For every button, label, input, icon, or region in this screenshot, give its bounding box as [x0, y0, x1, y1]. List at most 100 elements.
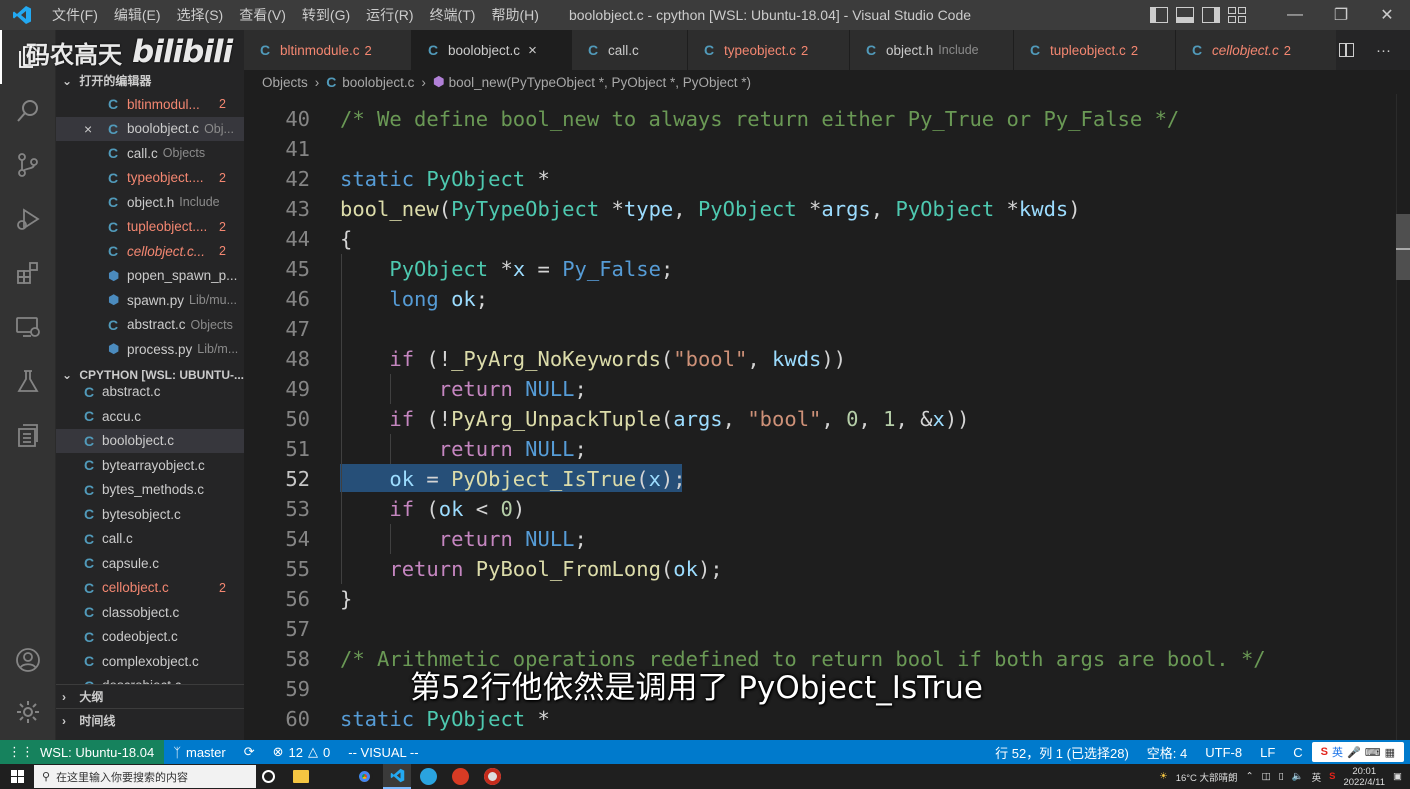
toggle-panel-icon[interactable]: [1176, 7, 1194, 23]
cursor-position[interactable]: 行 52，列 1 (已选择28): [986, 743, 1138, 762]
close-icon[interactable]: ✕: [1364, 0, 1410, 30]
ime-toolbar[interactable]: S 英 🎤 ⌨ ▦: [1311, 742, 1404, 762]
language-mode[interactable]: C: [1284, 745, 1311, 760]
file-tree-item[interactable]: Cclassobject.c: [56, 600, 244, 625]
code-editor[interactable]: 40 /* We define bool_new to always return…: [244, 94, 1410, 740]
menu-item[interactable]: 选择(S): [169, 0, 232, 30]
settings-gear-icon[interactable]: [0, 685, 56, 739]
open-editor-item[interactable]: ⬢ popen_spawn_p...: [56, 264, 244, 289]
open-editor-item[interactable]: Ccellobject.c... 2: [56, 239, 244, 264]
testing-icon[interactable]: [0, 354, 56, 408]
breadcrumb-symbol[interactable]: bool_new(PyTypeObject *, PyObject *, PyO…: [449, 75, 751, 90]
file-tree-item[interactable]: Cbytearrayobject.c: [56, 453, 244, 478]
volume-icon[interactable]: 🔈: [1292, 771, 1304, 782]
telegram-icon[interactable]: [420, 768, 437, 785]
vscode-taskbar-icon[interactable]: [383, 764, 411, 789]
close-editor-icon[interactable]: ×: [84, 121, 92, 137]
split-editor-icon[interactable]: [1339, 43, 1354, 57]
windows-taskbar: ⚲ 在这里输入你要搜索的内容 ☀ 16°C 大部晴朗 ⌃ ◫ ▯ 🔈 英 S 2…: [0, 764, 1410, 789]
file-tree-item[interactable]: Cabstract.c: [56, 380, 244, 405]
tab-problem-badge: 2: [364, 42, 372, 58]
code-token: Py_False: [562, 257, 661, 281]
minimize-icon[interactable]: —: [1272, 0, 1318, 30]
open-editor-item[interactable]: Ctypeobject.... 2: [56, 166, 244, 191]
open-editor-item[interactable]: Cbltinmodul... 2: [56, 92, 244, 117]
outline-header[interactable]: › 大纲: [56, 683, 244, 708]
breadcrumb-file[interactable]: boolobject.c: [342, 75, 414, 90]
editor-tab[interactable]: Cboolobject.c ×: [412, 30, 572, 70]
editor-tab[interactable]: Ccall.c: [572, 30, 688, 70]
restore-icon[interactable]: ❐: [1318, 0, 1364, 30]
toggle-secondary-sidebar-icon[interactable]: [1202, 7, 1220, 23]
source-control-icon[interactable]: [0, 138, 56, 192]
task-view-icon[interactable]: [262, 770, 275, 783]
menu-item[interactable]: 编辑(E): [106, 0, 169, 30]
windows-start-icon[interactable]: [11, 770, 24, 783]
open-editor-item[interactable]: Ctupleobject.... 2: [56, 215, 244, 240]
toggle-sidebar-icon[interactable]: [1150, 7, 1168, 23]
weather-text[interactable]: 16°C 大部晴朗: [1176, 770, 1238, 784]
encoding[interactable]: UTF-8: [1196, 745, 1251, 760]
file-tree-item[interactable]: Ccomplexobject.c: [56, 649, 244, 674]
vertical-scrollbar[interactable]: [1396, 94, 1410, 740]
breadcrumb-folder[interactable]: Objects: [262, 75, 308, 90]
obs-record-icon[interactable]: [484, 768, 501, 785]
app-icon-red[interactable]: [452, 768, 469, 785]
run-debug-icon[interactable]: [0, 192, 56, 246]
menu-item[interactable]: 查看(V): [231, 0, 294, 30]
file-tree-item[interactable]: Cdescrobject.c: [56, 674, 244, 684]
menu-item[interactable]: 运行(R): [358, 0, 421, 30]
timeline-header[interactable]: › 时间线: [56, 707, 244, 732]
file-tree-item[interactable]: Ccall.c: [56, 527, 244, 552]
line-number: 55: [285, 557, 310, 581]
notification-icon[interactable]: ▣: [1393, 771, 1402, 782]
problems-indicator[interactable]: ⊗ 12 △ 0: [264, 744, 340, 760]
customize-layout-icon[interactable]: [1228, 7, 1246, 23]
editor-tab[interactable]: Ctypeobject.c 2: [688, 30, 850, 70]
network-icon[interactable]: ◫: [1262, 771, 1271, 782]
file-tree-item[interactable]: Cbytesobject.c: [56, 502, 244, 527]
file-tree-item[interactable]: Caccu.c: [56, 404, 244, 429]
file-explorer-icon[interactable]: [293, 770, 309, 783]
tray-chevron-icon[interactable]: ⌃: [1246, 771, 1254, 782]
menu-item[interactable]: 转到(G): [294, 0, 358, 30]
menu-item[interactable]: 终端(T): [422, 0, 484, 30]
open-editor-item[interactable]: ⬢ process.py Lib/m...: [56, 337, 244, 362]
open-editors-header[interactable]: ⌄ 打开的编辑器: [56, 70, 244, 92]
file-tree-item[interactable]: Cbytes_methods.c: [56, 478, 244, 503]
docker-icon[interactable]: [0, 408, 56, 462]
sogou-tray-icon[interactable]: S: [1329, 771, 1335, 782]
open-editor-item[interactable]: Cabstract.c Objects: [56, 313, 244, 338]
branch-indicator[interactable]: ᛉ master: [164, 745, 235, 760]
file-tree-item[interactable]: Ccellobject.c 2: [56, 576, 244, 601]
editor-tab[interactable]: Ctupleobject.c 2: [1014, 30, 1176, 70]
close-tab-icon[interactable]: ×: [528, 42, 537, 59]
clock[interactable]: 20:01 2022/4/11: [1343, 766, 1385, 788]
open-editor-item[interactable]: × Cboolobject.c Obj...: [56, 116, 244, 141]
open-editor-item[interactable]: Ccall.c Objects: [56, 141, 244, 166]
editor-tab[interactable]: Ccellobject.c 2: [1176, 30, 1344, 70]
remote-explorer-icon[interactable]: [0, 300, 56, 354]
taskbar-search-box[interactable]: ⚲ 在这里输入你要搜索的内容: [34, 765, 256, 788]
file-tree-item[interactable]: Ccapsule.c: [56, 551, 244, 576]
more-actions-icon[interactable]: ···: [1376, 42, 1391, 59]
menu-item[interactable]: 文件(F): [44, 0, 106, 30]
scrollbar-thumb[interactable]: [1396, 214, 1410, 280]
file-tree-item[interactable]: Cboolobject.c: [56, 428, 244, 453]
editor-tab[interactable]: Cbltinmodule.c 2: [244, 30, 412, 70]
battery-icon[interactable]: ▯: [1279, 771, 1284, 782]
code-token: ok: [389, 467, 415, 491]
search-icon[interactable]: [0, 84, 56, 138]
open-editor-item[interactable]: Cobject.h Include: [56, 190, 244, 215]
accounts-icon[interactable]: [0, 633, 56, 687]
chrome-icon[interactable]: [356, 768, 373, 785]
extensions-icon[interactable]: [0, 246, 56, 300]
file-tree-item[interactable]: Ccodeobject.c: [56, 625, 244, 650]
end-of-line[interactable]: LF: [1251, 745, 1284, 760]
editor-tab[interactable]: Cobject.h Include: [850, 30, 1014, 70]
open-editor-item[interactable]: ⬢ spawn.py Lib/mu...: [56, 288, 244, 313]
indentation[interactable]: 空格: 4: [1138, 743, 1196, 762]
sync-icon[interactable]: ⟳: [235, 744, 264, 760]
remote-indicator[interactable]: ⋮⋮ WSL: Ubuntu-18.04: [0, 740, 165, 764]
input-language[interactable]: 英: [1312, 770, 1322, 784]
